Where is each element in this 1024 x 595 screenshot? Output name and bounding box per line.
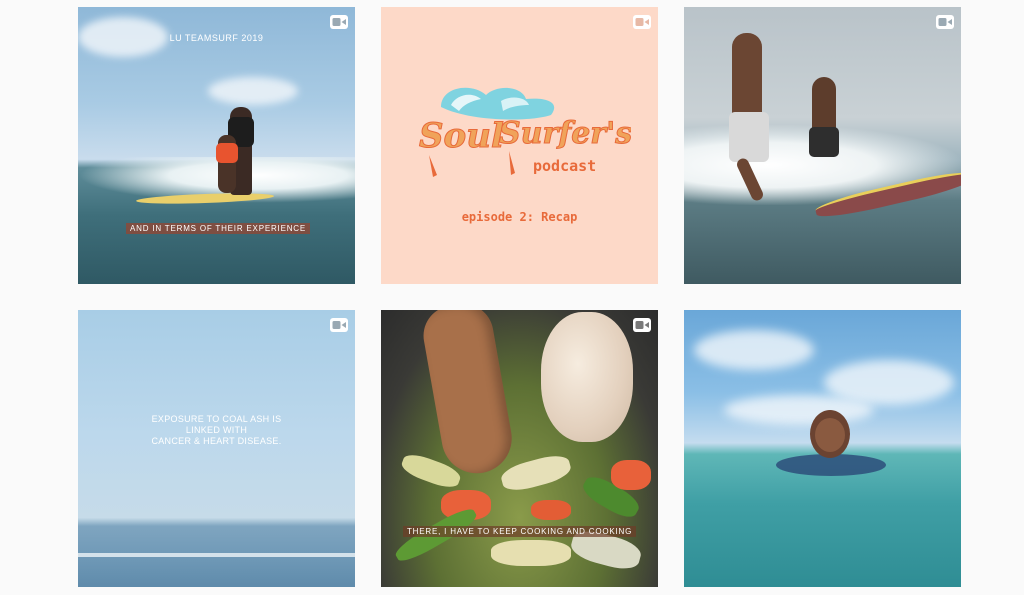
video-subtitle: AND IN TERMS OF THEIR EXPERIENCE (126, 223, 310, 234)
cloud-decor (694, 330, 814, 370)
video-camera-icon (329, 317, 349, 333)
video-camera-icon (935, 14, 955, 30)
message-line: CANCER & HEART DISEASE. (151, 436, 282, 446)
soul-surfers-logo: Soul Surfer's podcast (411, 77, 633, 187)
vegetable-shape (498, 451, 574, 495)
video-camera-icon (632, 317, 652, 333)
cloud-decor (208, 77, 298, 105)
cloud-decor (724, 395, 874, 425)
logo-word-soul: Soul (419, 116, 504, 156)
vegetable-shape (491, 540, 571, 566)
wave-foam-decor (78, 553, 355, 557)
post-tile-surfers[interactable] (684, 7, 961, 284)
message-line: EXPOSURE TO COAL ASH IS (151, 414, 282, 424)
post-message: EXPOSURE TO COAL ASH IS LINKED WITH CANC… (78, 414, 355, 447)
post-tile-podcast[interactable]: Soul Surfer's podcast episode 2: Recap (381, 7, 658, 284)
post-tile-swimmer[interactable] (684, 310, 961, 587)
overlay-caption: LU TEAMSURF 2019 (169, 33, 264, 43)
post-tile-cooking[interactable]: THERE, I HAVE TO KEEP COOKING AND COOKIN… (381, 310, 658, 587)
logo-word-podcast: podcast (533, 157, 596, 175)
wooden-spatula-shape (418, 310, 518, 479)
vegetable-shape (611, 460, 651, 490)
swimmer-face-shape (815, 418, 845, 452)
surfer-shorts-shape (809, 127, 839, 157)
video-camera-icon (329, 14, 349, 30)
vegetable-shape (531, 500, 571, 520)
message-line: LINKED WITH (185, 425, 248, 435)
post-tile-coal-ash[interactable]: EXPOSURE TO COAL ASH IS LINKED WITH CANC… (78, 310, 355, 587)
surfer-shorts-shape (729, 112, 769, 162)
ladle-shape (541, 312, 633, 442)
life-vest-shape (216, 143, 238, 163)
video-camera-icon (632, 14, 652, 30)
video-subtitle: THERE, I HAVE TO KEEP COOKING AND COOKIN… (403, 526, 637, 537)
logo-word-surfers: Surfer's (499, 116, 631, 151)
episode-label: episode 2: Recap (461, 210, 578, 224)
post-tile-surf-tandem[interactable]: LU TEAMSURF 2019 AND IN TERMS OF THEIR E… (78, 7, 355, 284)
